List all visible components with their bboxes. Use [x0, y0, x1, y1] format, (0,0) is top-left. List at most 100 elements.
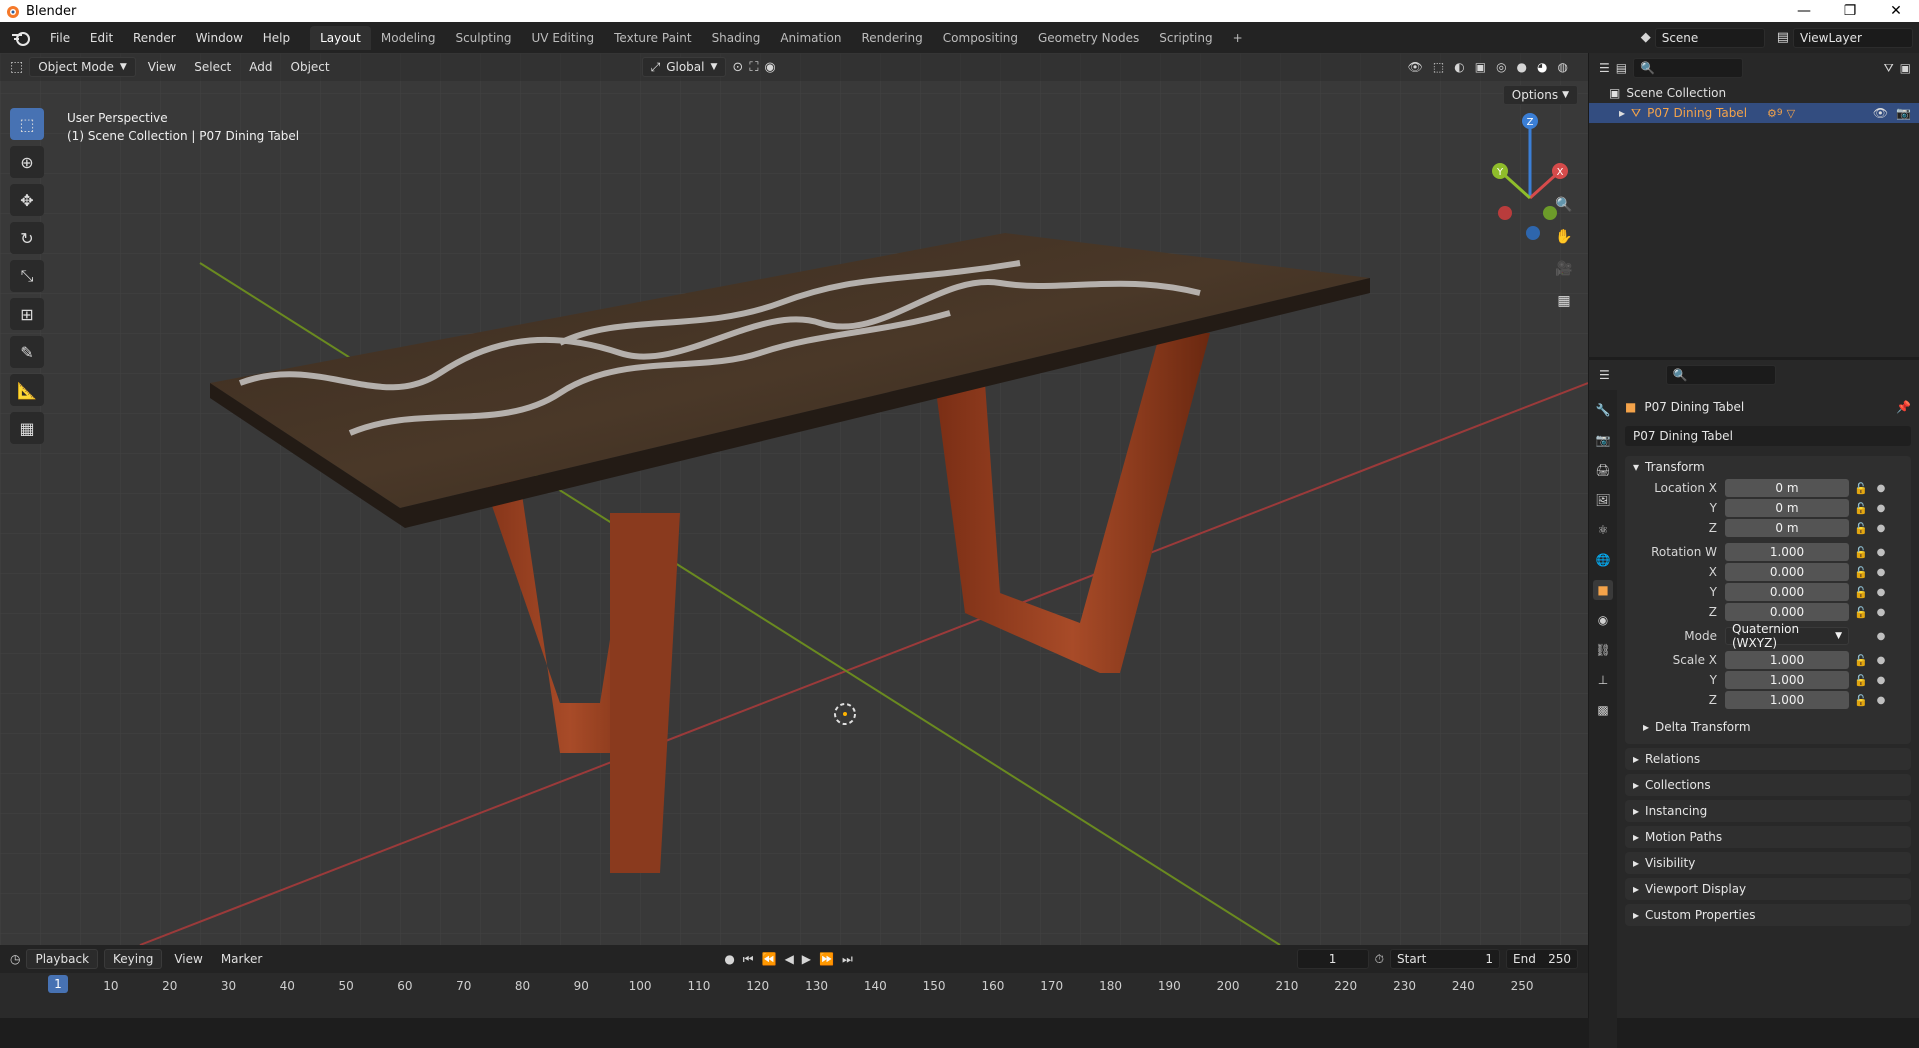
- display-mode-icon[interactable]: ▤: [1616, 61, 1627, 75]
- scale-y-field[interactable]: 1.000: [1725, 671, 1849, 689]
- playhead[interactable]: 1: [48, 975, 68, 993]
- pan-hand-icon[interactable]: ✋: [1552, 225, 1576, 249]
- lock-icon[interactable]: 🔓: [1849, 674, 1873, 687]
- wireframe-shading-icon[interactable]: ◎: [1496, 60, 1506, 74]
- ortho-toggle-icon[interactable]: ▦: [1552, 289, 1576, 313]
- rotation-x-field[interactable]: 0.000: [1725, 563, 1849, 581]
- menu-help[interactable]: Help: [255, 31, 298, 45]
- tab-uv-editing[interactable]: UV Editing: [522, 26, 605, 50]
- scale-tool-icon[interactable]: ⤡: [10, 260, 44, 292]
- tab-sculpting[interactable]: Sculpting: [445, 26, 521, 50]
- camera-view-icon[interactable]: 🎥: [1552, 257, 1576, 281]
- scene-field[interactable]: Scene: [1654, 27, 1765, 48]
- render-camera-icon[interactable]: 📷: [1896, 106, 1911, 120]
- physics-tab-icon[interactable]: ◉: [1593, 610, 1613, 630]
- expand-arrow-icon[interactable]: ▸: [1619, 106, 1625, 120]
- location-x-field[interactable]: 0 m: [1725, 479, 1849, 497]
- texture-tab-icon[interactable]: ▩: [1593, 700, 1613, 720]
- world-tab-icon[interactable]: 🌐: [1593, 550, 1613, 570]
- rotation-y-field[interactable]: 0.000: [1725, 583, 1849, 601]
- instancing-panel[interactable]: ▸ Instancing: [1625, 800, 1911, 822]
- snap-icon[interactable]: ⛶: [749, 60, 758, 75]
- lock-icon[interactable]: 🔓: [1849, 566, 1873, 579]
- blender-menu-icon[interactable]: [10, 29, 32, 47]
- start-frame-field[interactable]: Start 1: [1390, 949, 1500, 969]
- gizmo-toggle-icon[interactable]: ⬚: [1433, 60, 1444, 74]
- rotation-mode-select[interactable]: Quaternion (WXYZ) ▼: [1725, 622, 1849, 650]
- tab-layout[interactable]: Layout: [310, 25, 371, 50]
- next-keyframe-icon[interactable]: ⏩: [819, 952, 834, 966]
- pivot-icon[interactable]: ⊙: [732, 60, 743, 75]
- keyframe-dot-icon[interactable]: ●: [1873, 675, 1889, 686]
- tab-texture-paint[interactable]: Texture Paint: [604, 26, 701, 50]
- outliner-search[interactable]: 🔍: [1633, 58, 1744, 78]
- menu-file[interactable]: File: [42, 31, 78, 45]
- tab-animation[interactable]: Animation: [770, 26, 851, 50]
- menu-window[interactable]: Window: [188, 31, 251, 45]
- lock-icon[interactable]: 🔓: [1849, 606, 1873, 619]
- visibility-panel[interactable]: ▸ Visibility: [1625, 852, 1911, 874]
- solid-shading-icon[interactable]: ●: [1517, 60, 1527, 74]
- cursor-tool-icon[interactable]: ⊕: [10, 146, 44, 178]
- keyframe-dot-icon[interactable]: ●: [1873, 523, 1889, 534]
- relations-panel[interactable]: ▸ Relations: [1625, 748, 1911, 770]
- keyframe-dot-icon[interactable]: ●: [1873, 655, 1889, 666]
- output-tab-icon[interactable]: 🖨: [1593, 460, 1613, 480]
- keyframe-dot-icon[interactable]: ●: [1873, 503, 1889, 514]
- view-layer-field[interactable]: ViewLayer: [1793, 27, 1913, 48]
- tab-scripting[interactable]: Scripting: [1149, 26, 1222, 50]
- constraints-tab-icon[interactable]: ⛓: [1593, 640, 1613, 660]
- options-button[interactable]: Options ▼: [1502, 85, 1578, 105]
- render-tab-icon[interactable]: 📷: [1593, 430, 1613, 450]
- prev-keyframe-icon[interactable]: ⏪: [762, 952, 777, 966]
- scale-z-field[interactable]: 1.000: [1725, 691, 1849, 709]
- keyframe-dot-icon[interactable]: ●: [1873, 607, 1889, 618]
- tab-rendering[interactable]: Rendering: [852, 26, 933, 50]
- transform-tool-icon[interactable]: ⊞: [10, 298, 44, 330]
- record-icon[interactable]: ●: [724, 952, 734, 966]
- playback-menu[interactable]: Playback: [26, 949, 99, 969]
- outliner-scene-collection[interactable]: ▣ Scene Collection: [1589, 83, 1919, 103]
- lock-icon[interactable]: 🔓: [1849, 502, 1873, 515]
- play-reverse-icon[interactable]: ◀: [785, 952, 794, 966]
- menu-render[interactable]: Render: [125, 31, 184, 45]
- properties-search[interactable]: 🔍: [1665, 365, 1776, 385]
- keyframe-dot-icon[interactable]: ●: [1873, 631, 1889, 642]
- filter-icon[interactable]: ⛛: [1884, 61, 1894, 76]
- outliner-object-row[interactable]: ▸ ⛛ P07 Dining Tabel ⚙ 9 ▽ 👁 📷: [1589, 103, 1919, 123]
- move-tool-icon[interactable]: ✥: [10, 184, 44, 216]
- close-button[interactable]: ✕: [1873, 3, 1919, 19]
- lock-icon[interactable]: 🔓: [1849, 654, 1873, 667]
- menu-view[interactable]: View: [142, 60, 182, 74]
- lock-icon[interactable]: 🔓: [1849, 522, 1873, 535]
- overlay-icon[interactable]: ◐: [1454, 60, 1464, 74]
- lock-icon[interactable]: 🔓: [1849, 482, 1873, 495]
- timeline-ruler[interactable]: 1 10 20 30 40 50 60 70 80 90 100 110 120 130 140 150 16…: [0, 973, 1588, 1018]
- add-cube-tool-icon[interactable]: ▦: [10, 412, 44, 444]
- menu-add[interactable]: Add: [243, 60, 278, 74]
- rotate-tool-icon[interactable]: ↻: [10, 222, 44, 254]
- viewport-display-panel[interactable]: ▸ Viewport Display: [1625, 878, 1911, 900]
- jump-end-icon[interactable]: ⏭: [842, 952, 853, 967]
- visibility-icon[interactable]: 👁: [1408, 60, 1423, 74]
- keyframe-dot-icon[interactable]: ●: [1873, 567, 1889, 578]
- timeline-editor-icon[interactable]: ◷: [10, 952, 20, 966]
- minimize-button[interactable]: —: [1781, 3, 1827, 19]
- transform-panel-header[interactable]: ▾ Transform: [1625, 456, 1911, 478]
- scene-icon[interactable]: ◆: [1641, 30, 1651, 45]
- zoom-icon[interactable]: 🔍: [1552, 193, 1576, 217]
- tab-modeling[interactable]: Modeling: [371, 26, 446, 50]
- end-frame-field[interactable]: End 250: [1506, 949, 1578, 969]
- location-y-field[interactable]: 0 m: [1725, 499, 1849, 517]
- xray-icon[interactable]: ▣: [1475, 60, 1486, 74]
- scale-x-field[interactable]: 1.000: [1725, 651, 1849, 669]
- jump-start-icon[interactable]: ⏮: [743, 952, 754, 967]
- rendered-shading-icon[interactable]: ◍: [1558, 60, 1568, 74]
- menu-select[interactable]: Select: [188, 60, 237, 74]
- keyframe-dot-icon[interactable]: ●: [1873, 587, 1889, 598]
- new-collection-icon[interactable]: ▣: [1900, 61, 1911, 75]
- play-icon[interactable]: ▶: [802, 952, 811, 966]
- stopwatch-icon[interactable]: ⏱: [1375, 952, 1384, 967]
- marker-menu[interactable]: Marker: [215, 952, 268, 966]
- menu-object[interactable]: Object: [285, 60, 336, 74]
